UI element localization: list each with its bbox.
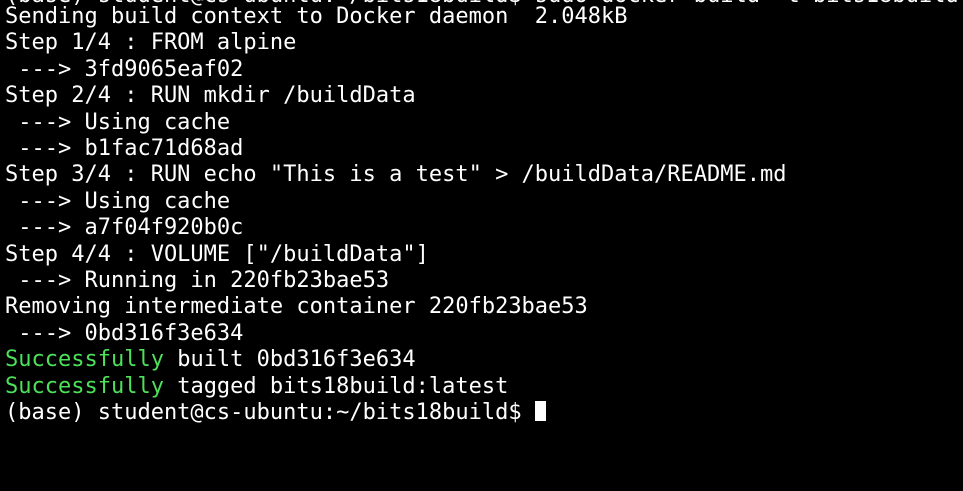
- terminal-prompt-line[interactable]: (base) student@cs-ubuntu:~/bits18build$: [5, 400, 546, 426]
- success-word: Successfully: [5, 347, 164, 373]
- terminal-line-success-built: Successfully built 0bd316f3e634: [5, 347, 416, 373]
- success-message: built 0bd316f3e634: [163, 347, 416, 373]
- terminal-line: ---> b1fac71d68ad: [5, 136, 244, 161]
- terminal-line: ---> 3fd9065eaf02: [5, 56, 244, 82]
- terminal-line-success-tagged: Successfully tagged bits18build:latest: [5, 374, 508, 400]
- terminal-line: Sending build context to Docker daemon 2…: [5, 4, 628, 29]
- terminal-line: Step 4/4 : VOLUME ["/buildData"]: [5, 241, 429, 267]
- success-word: Successfully: [5, 373, 164, 399]
- terminal-line: ---> Running in 220fb23bae53: [5, 268, 390, 293]
- success-message: tagged bits18build:latest: [163, 373, 509, 399]
- text-cursor: [534, 401, 546, 421]
- terminal-line: ---> Using cache: [5, 188, 231, 214]
- shell-prompt: (base) student@cs-ubuntu:~/bits18build$: [5, 400, 535, 425]
- terminal-line: Step 2/4 : RUN mkdir /buildData: [5, 83, 416, 109]
- terminal-line: Step 3/4 : RUN echo "This is a test" > /…: [5, 162, 787, 188]
- terminal-line: Removing intermediate container 220fb23b…: [5, 294, 588, 320]
- terminal-line: Step 1/4 : FROM alpine: [5, 30, 297, 56]
- terminal-line: ---> Using cache: [5, 109, 231, 135]
- terminal-window[interactable]: (base) student@cs-ubuntu:~/bits18build$ …: [0, 0, 963, 491]
- terminal-line: ---> 0bd316f3e634: [5, 320, 244, 346]
- terminal-line: ---> a7f04f920b0c: [5, 215, 244, 241]
